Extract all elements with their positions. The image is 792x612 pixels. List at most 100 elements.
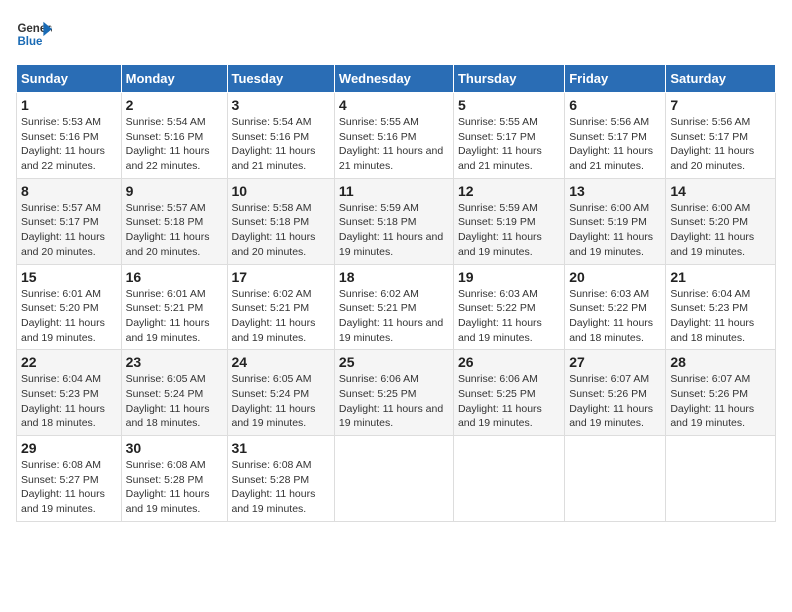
- day-number: 25: [339, 354, 449, 370]
- calendar-cell: 4 Sunrise: 5:55 AM Sunset: 5:16 PM Dayli…: [334, 93, 453, 179]
- day-info: Sunrise: 6:06 AM Sunset: 5:25 PM Dayligh…: [458, 372, 560, 431]
- day-number: 29: [21, 440, 117, 456]
- day-info: Sunrise: 5:57 AM Sunset: 5:18 PM Dayligh…: [126, 201, 223, 260]
- calendar-table: SundayMondayTuesdayWednesdayThursdayFrid…: [16, 64, 776, 522]
- svg-text:Blue: Blue: [17, 36, 43, 48]
- calendar-week-3: 15 Sunrise: 6:01 AM Sunset: 5:20 PM Dayl…: [17, 264, 776, 350]
- day-number: 27: [569, 354, 661, 370]
- day-number: 12: [458, 183, 560, 199]
- day-info: Sunrise: 6:01 AM Sunset: 5:20 PM Dayligh…: [21, 287, 117, 346]
- day-info: Sunrise: 6:00 AM Sunset: 5:19 PM Dayligh…: [569, 201, 661, 260]
- day-info: Sunrise: 6:01 AM Sunset: 5:21 PM Dayligh…: [126, 287, 223, 346]
- day-number: 1: [21, 97, 117, 113]
- header-saturday: Saturday: [666, 65, 776, 93]
- day-info: Sunrise: 5:56 AM Sunset: 5:17 PM Dayligh…: [670, 115, 771, 174]
- day-info: Sunrise: 5:59 AM Sunset: 5:18 PM Dayligh…: [339, 201, 449, 260]
- day-number: 16: [126, 269, 223, 285]
- day-info: Sunrise: 5:57 AM Sunset: 5:17 PM Dayligh…: [21, 201, 117, 260]
- calendar-cell: 18 Sunrise: 6:02 AM Sunset: 5:21 PM Dayl…: [334, 264, 453, 350]
- day-info: Sunrise: 5:59 AM Sunset: 5:19 PM Dayligh…: [458, 201, 560, 260]
- calendar-cell: 21 Sunrise: 6:04 AM Sunset: 5:23 PM Dayl…: [666, 264, 776, 350]
- header-wednesday: Wednesday: [334, 65, 453, 93]
- header-tuesday: Tuesday: [227, 65, 334, 93]
- day-number: 11: [339, 183, 449, 199]
- day-info: Sunrise: 6:05 AM Sunset: 5:24 PM Dayligh…: [232, 372, 330, 431]
- day-info: Sunrise: 6:06 AM Sunset: 5:25 PM Dayligh…: [339, 372, 449, 431]
- day-number: 23: [126, 354, 223, 370]
- day-info: Sunrise: 5:56 AM Sunset: 5:17 PM Dayligh…: [569, 115, 661, 174]
- day-info: Sunrise: 6:00 AM Sunset: 5:20 PM Dayligh…: [670, 201, 771, 260]
- day-number: 13: [569, 183, 661, 199]
- calendar-cell: 2 Sunrise: 5:54 AM Sunset: 5:16 PM Dayli…: [121, 93, 227, 179]
- calendar-cell: 1 Sunrise: 5:53 AM Sunset: 5:16 PM Dayli…: [17, 93, 122, 179]
- calendar-week-5: 29 Sunrise: 6:08 AM Sunset: 5:27 PM Dayl…: [17, 436, 776, 522]
- day-number: 31: [232, 440, 330, 456]
- day-number: 30: [126, 440, 223, 456]
- calendar-week-4: 22 Sunrise: 6:04 AM Sunset: 5:23 PM Dayl…: [17, 350, 776, 436]
- day-info: Sunrise: 5:55 AM Sunset: 5:16 PM Dayligh…: [339, 115, 449, 174]
- calendar-week-1: 1 Sunrise: 5:53 AM Sunset: 5:16 PM Dayli…: [17, 93, 776, 179]
- day-info: Sunrise: 6:08 AM Sunset: 5:28 PM Dayligh…: [232, 458, 330, 517]
- day-number: 26: [458, 354, 560, 370]
- day-number: 6: [569, 97, 661, 113]
- calendar-cell: 12 Sunrise: 5:59 AM Sunset: 5:19 PM Dayl…: [453, 178, 564, 264]
- day-number: 8: [21, 183, 117, 199]
- calendar-cell: [453, 436, 564, 522]
- calendar-cell: 30 Sunrise: 6:08 AM Sunset: 5:28 PM Dayl…: [121, 436, 227, 522]
- day-info: Sunrise: 6:07 AM Sunset: 5:26 PM Dayligh…: [569, 372, 661, 431]
- calendar-cell: 10 Sunrise: 5:58 AM Sunset: 5:18 PM Dayl…: [227, 178, 334, 264]
- calendar-cell: 26 Sunrise: 6:06 AM Sunset: 5:25 PM Dayl…: [453, 350, 564, 436]
- day-number: 17: [232, 269, 330, 285]
- calendar-header-row: SundayMondayTuesdayWednesdayThursdayFrid…: [17, 65, 776, 93]
- calendar-cell: 15 Sunrise: 6:01 AM Sunset: 5:20 PM Dayl…: [17, 264, 122, 350]
- day-info: Sunrise: 6:04 AM Sunset: 5:23 PM Dayligh…: [670, 287, 771, 346]
- day-info: Sunrise: 5:58 AM Sunset: 5:18 PM Dayligh…: [232, 201, 330, 260]
- day-number: 4: [339, 97, 449, 113]
- day-info: Sunrise: 5:54 AM Sunset: 5:16 PM Dayligh…: [126, 115, 223, 174]
- day-number: 20: [569, 269, 661, 285]
- calendar-cell: 31 Sunrise: 6:08 AM Sunset: 5:28 PM Dayl…: [227, 436, 334, 522]
- logo-icon: General Blue: [16, 16, 52, 52]
- calendar-cell: 13 Sunrise: 6:00 AM Sunset: 5:19 PM Dayl…: [565, 178, 666, 264]
- calendar-cell: 22 Sunrise: 6:04 AM Sunset: 5:23 PM Dayl…: [17, 350, 122, 436]
- day-info: Sunrise: 5:54 AM Sunset: 5:16 PM Dayligh…: [232, 115, 330, 174]
- header-sunday: Sunday: [17, 65, 122, 93]
- calendar-cell: 7 Sunrise: 5:56 AM Sunset: 5:17 PM Dayli…: [666, 93, 776, 179]
- calendar-cell: [666, 436, 776, 522]
- calendar-week-2: 8 Sunrise: 5:57 AM Sunset: 5:17 PM Dayli…: [17, 178, 776, 264]
- day-number: 3: [232, 97, 330, 113]
- day-info: Sunrise: 6:05 AM Sunset: 5:24 PM Dayligh…: [126, 372, 223, 431]
- day-number: 24: [232, 354, 330, 370]
- calendar-cell: 9 Sunrise: 5:57 AM Sunset: 5:18 PM Dayli…: [121, 178, 227, 264]
- calendar-cell: [334, 436, 453, 522]
- day-info: Sunrise: 5:55 AM Sunset: 5:17 PM Dayligh…: [458, 115, 560, 174]
- day-number: 5: [458, 97, 560, 113]
- day-info: Sunrise: 6:04 AM Sunset: 5:23 PM Dayligh…: [21, 372, 117, 431]
- day-info: Sunrise: 6:02 AM Sunset: 5:21 PM Dayligh…: [232, 287, 330, 346]
- calendar-cell: 8 Sunrise: 5:57 AM Sunset: 5:17 PM Dayli…: [17, 178, 122, 264]
- logo: General Blue: [16, 16, 52, 52]
- day-number: 7: [670, 97, 771, 113]
- day-number: 19: [458, 269, 560, 285]
- header: General Blue: [16, 16, 776, 52]
- day-number: 18: [339, 269, 449, 285]
- header-friday: Friday: [565, 65, 666, 93]
- calendar-cell: 25 Sunrise: 6:06 AM Sunset: 5:25 PM Dayl…: [334, 350, 453, 436]
- day-number: 22: [21, 354, 117, 370]
- calendar-cell: 29 Sunrise: 6:08 AM Sunset: 5:27 PM Dayl…: [17, 436, 122, 522]
- day-number: 21: [670, 269, 771, 285]
- calendar-cell: 6 Sunrise: 5:56 AM Sunset: 5:17 PM Dayli…: [565, 93, 666, 179]
- day-number: 10: [232, 183, 330, 199]
- calendar-cell: 3 Sunrise: 5:54 AM Sunset: 5:16 PM Dayli…: [227, 93, 334, 179]
- day-number: 2: [126, 97, 223, 113]
- day-info: Sunrise: 6:02 AM Sunset: 5:21 PM Dayligh…: [339, 287, 449, 346]
- day-info: Sunrise: 6:08 AM Sunset: 5:27 PM Dayligh…: [21, 458, 117, 517]
- calendar-cell: 27 Sunrise: 6:07 AM Sunset: 5:26 PM Dayl…: [565, 350, 666, 436]
- day-number: 14: [670, 183, 771, 199]
- calendar-cell: 24 Sunrise: 6:05 AM Sunset: 5:24 PM Dayl…: [227, 350, 334, 436]
- calendar-cell: 20 Sunrise: 6:03 AM Sunset: 5:22 PM Dayl…: [565, 264, 666, 350]
- calendar-cell: 11 Sunrise: 5:59 AM Sunset: 5:18 PM Dayl…: [334, 178, 453, 264]
- day-info: Sunrise: 5:53 AM Sunset: 5:16 PM Dayligh…: [21, 115, 117, 174]
- day-info: Sunrise: 6:03 AM Sunset: 5:22 PM Dayligh…: [569, 287, 661, 346]
- header-monday: Monday: [121, 65, 227, 93]
